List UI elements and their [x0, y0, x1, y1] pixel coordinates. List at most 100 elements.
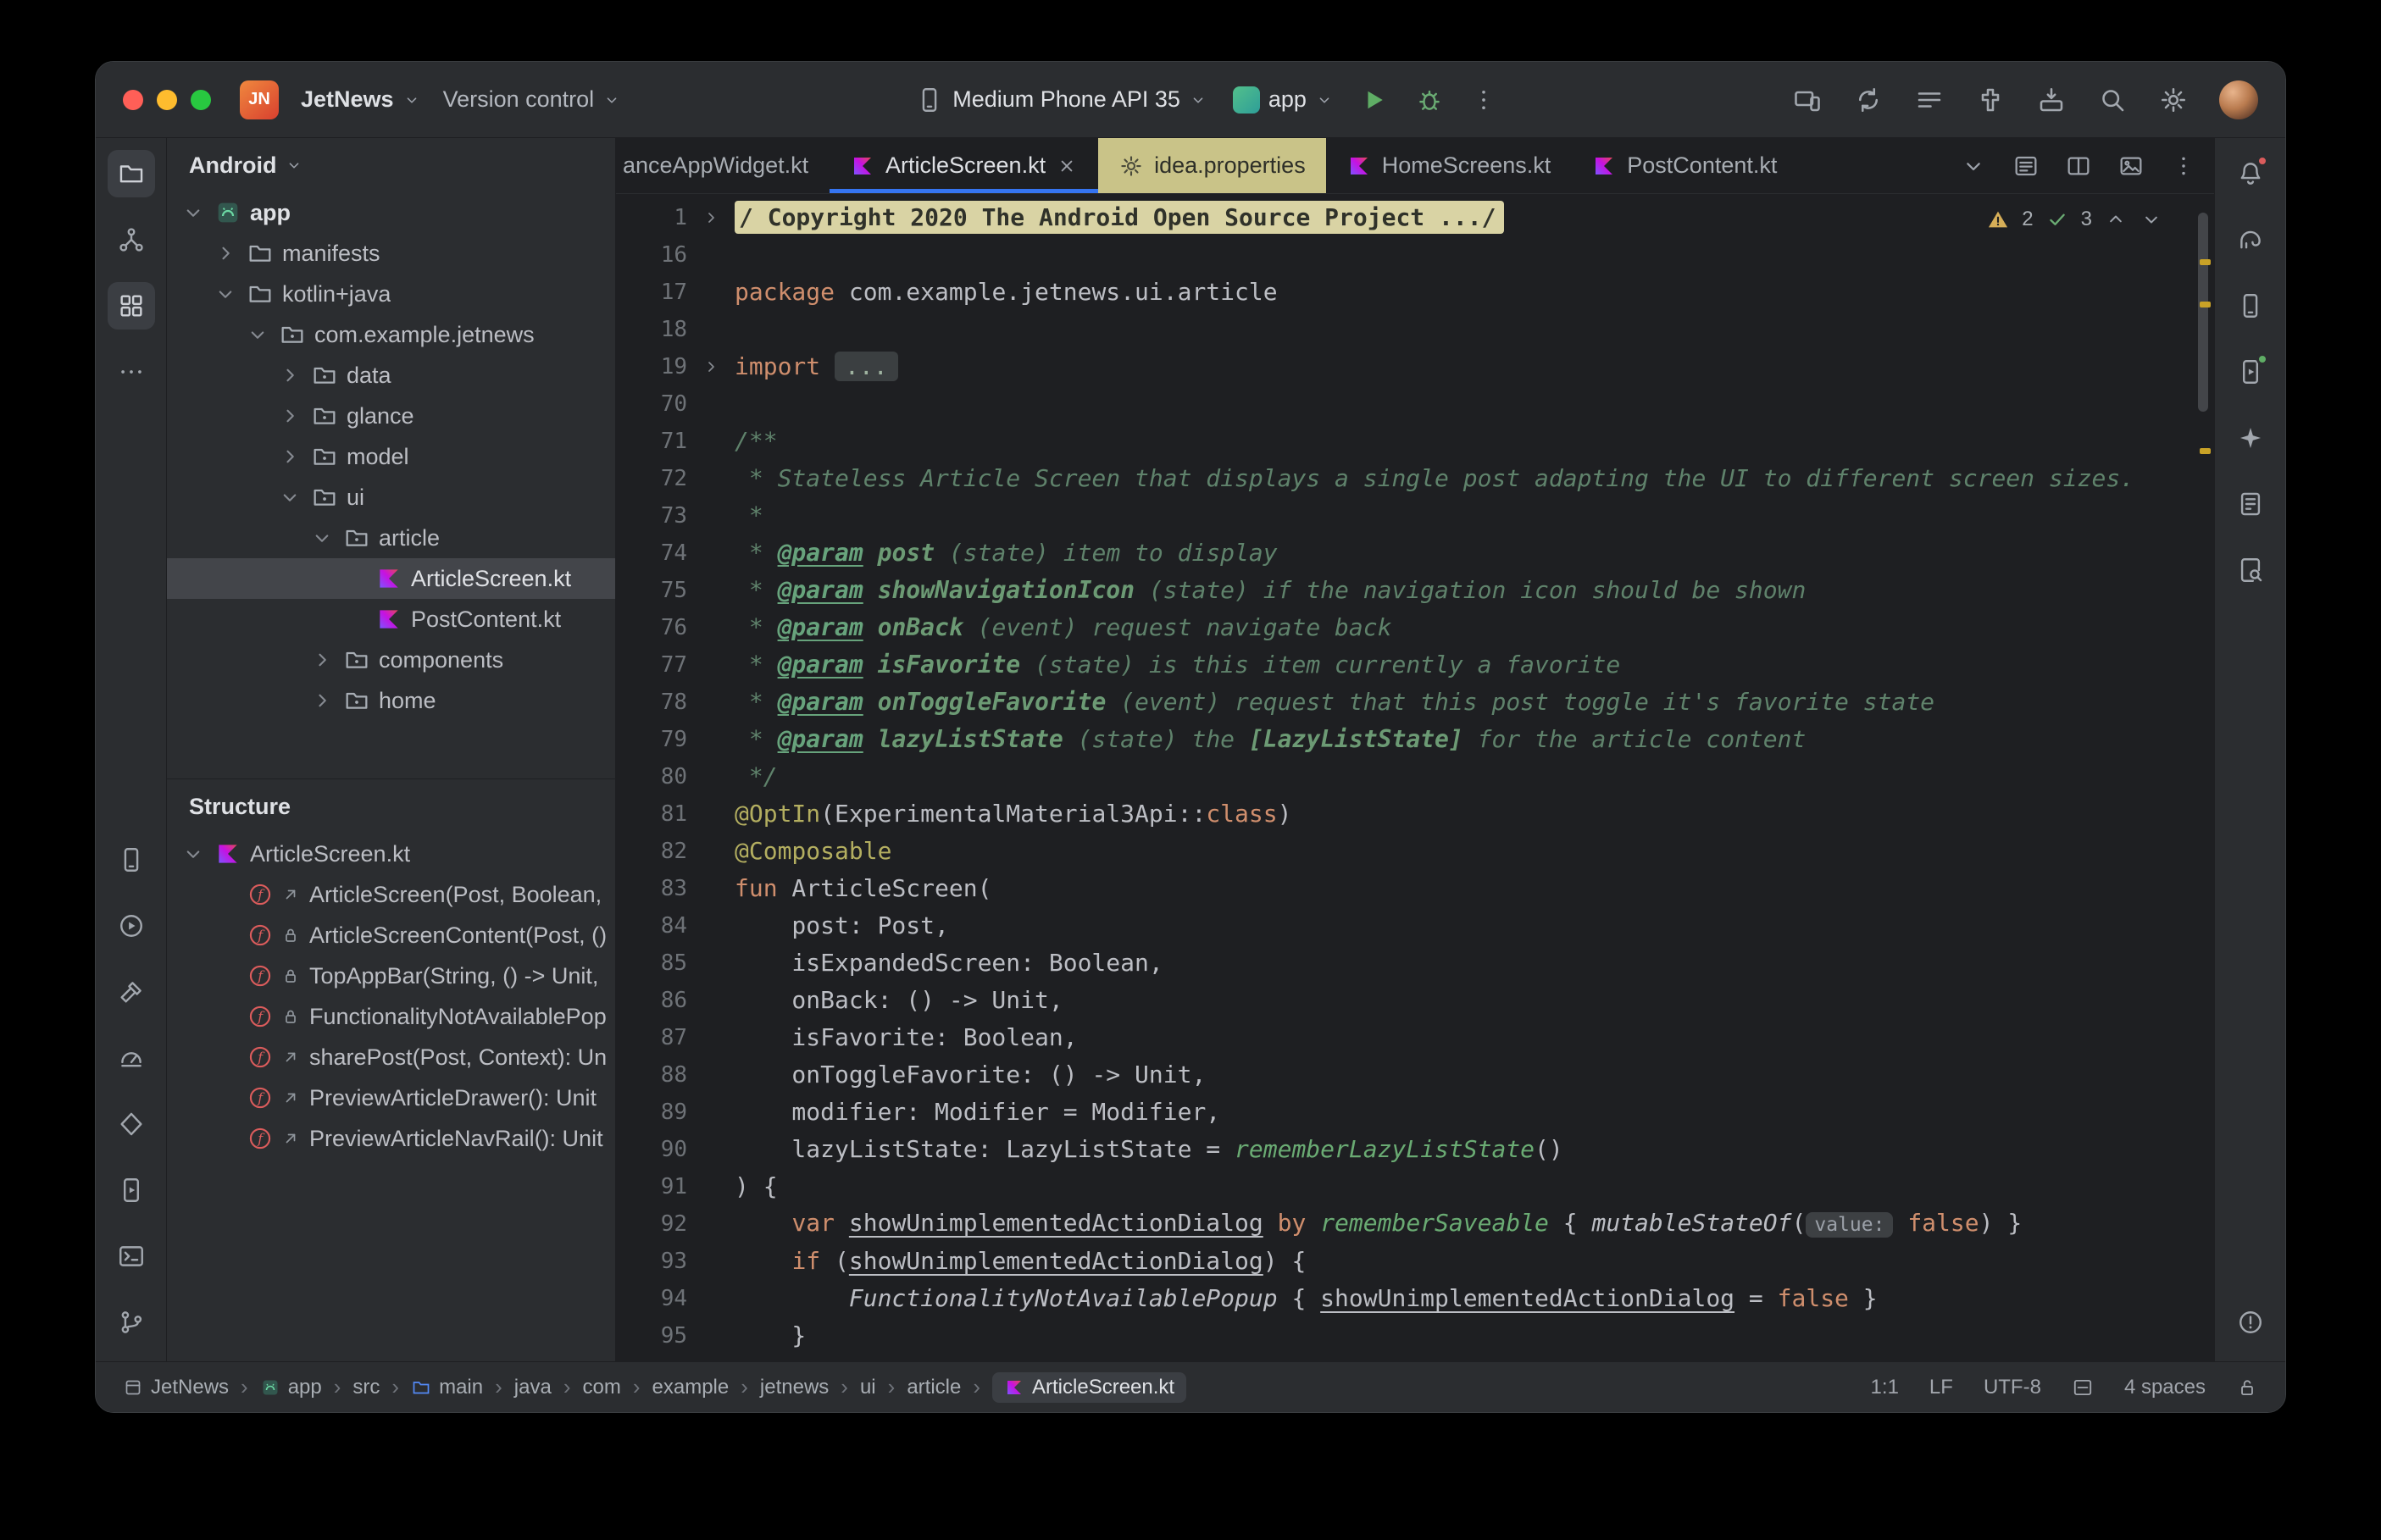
line-number[interactable]: 78: [616, 684, 687, 721]
caret-position[interactable]: 1:1: [1871, 1376, 1899, 1399]
line-number[interactable]: 18: [616, 311, 687, 348]
device-mirroring-icon[interactable]: [1792, 85, 1823, 115]
tab-homescreens-kt[interactable]: HomeScreens.kt: [1326, 138, 1572, 193]
tree-item-kotlin-java[interactable]: kotlin+java: [167, 274, 615, 314]
hidden-tabs-icon[interactable]: [1960, 152, 1987, 180]
line-number[interactable]: 74: [616, 535, 687, 572]
gradle-button[interactable]: [2227, 216, 2274, 263]
zoom-window-button[interactable]: [191, 89, 211, 110]
code-line-16[interactable]: 16: [616, 236, 2214, 274]
line-number[interactable]: 17: [616, 274, 687, 311]
line-number[interactable]: 73: [616, 497, 687, 535]
code-line-85[interactable]: 85 isExpandedScreen: Boolean,: [616, 944, 2214, 982]
line-number[interactable]: 87: [616, 1019, 687, 1056]
code-line-95[interactable]: 95 }: [616, 1317, 2214, 1354]
fold-toggle[interactable]: [687, 208, 735, 228]
line-number[interactable]: 82: [616, 833, 687, 870]
warning-stripe-mark[interactable]: [2200, 259, 2211, 265]
more-editor-actions-icon[interactable]: [2170, 152, 2197, 180]
line-ending[interactable]: LF: [1929, 1376, 1953, 1399]
line-number[interactable]: 79: [616, 721, 687, 758]
running-devices-button[interactable]: [2227, 348, 2274, 396]
version-control-widget-button[interactable]: Version control: [443, 86, 622, 113]
line-number[interactable]: 91: [616, 1168, 687, 1205]
line-number[interactable]: 94: [616, 1280, 687, 1317]
code-line-84[interactable]: 84 post: Post,: [616, 907, 2214, 944]
gemini-button[interactable]: [2227, 414, 2274, 462]
readonly-lock-icon[interactable]: [2236, 1377, 2258, 1399]
tab-postcontent-kt[interactable]: PostContent.kt: [1571, 138, 1797, 193]
line-number[interactable]: 70: [616, 385, 687, 423]
settings-icon[interactable]: [2158, 85, 2189, 115]
breadcrumb-example[interactable]: example: [652, 1376, 730, 1399]
plugins-icon[interactable]: [1975, 85, 2006, 115]
project-view-selector[interactable]: Android: [167, 138, 615, 192]
breadcrumb-main[interactable]: main: [411, 1376, 483, 1399]
breadcrumb-jetnews[interactable]: jetnews: [760, 1376, 829, 1399]
device-manager-button[interactable]: [108, 836, 155, 884]
code-line-70[interactable]: 70: [616, 385, 2214, 423]
run-configuration-button[interactable]: app: [1232, 86, 1334, 114]
file-encoding[interactable]: UTF-8: [1984, 1376, 2041, 1399]
device-selector-button[interactable]: Medium Phone API 35: [915, 86, 1207, 114]
more-tool-windows-button[interactable]: [108, 348, 155, 396]
code-line-72[interactable]: 72 * Stateless Article Screen that displ…: [616, 460, 2214, 497]
code-line-78[interactable]: 78 * @param onToggleFavorite (event) req…: [616, 684, 2214, 721]
tab-idea-properties[interactable]: idea.properties: [1098, 138, 1326, 193]
tree-item-articlescreen-kt[interactable]: ArticleScreen.kt: [167, 558, 615, 599]
assistant-button[interactable]: [2227, 480, 2274, 528]
code-line-91[interactable]: 91) {: [616, 1168, 2214, 1205]
device-explorer-button[interactable]: [2227, 282, 2274, 330]
line-number[interactable]: 83: [616, 870, 687, 907]
structure-tool-button[interactable]: [107, 282, 155, 330]
breadcrumb-articlescreen-kt[interactable]: ArticleScreen.kt: [992, 1371, 1187, 1403]
tree-item-postcontent-kt[interactable]: PostContent.kt: [167, 599, 615, 640]
code-line-17[interactable]: 17 package com.example.jetnews.ui.article: [616, 274, 2214, 311]
project-widget-button[interactable]: JetNews: [301, 86, 421, 113]
code-line-77[interactable]: 77 * @param isFavorite (state) is this i…: [616, 646, 2214, 684]
tree-item-com-example-jetnews[interactable]: com.example.jetnews: [167, 314, 615, 355]
tree-item-glance[interactable]: glance: [167, 396, 615, 436]
line-number[interactable]: 92: [616, 1205, 687, 1243]
line-number[interactable]: 75: [616, 572, 687, 609]
breadcrumb-com[interactable]: com: [583, 1376, 621, 1399]
tree-item-sharepost-post-context-un[interactable]: f sharePost(Post, Context): Un: [167, 1037, 615, 1077]
notifications-button[interactable]: [2227, 150, 2274, 197]
code-line-83[interactable]: 83 fun ArticleScreen(: [616, 870, 2214, 907]
tab-list-icon[interactable]: [2012, 152, 2040, 180]
line-number[interactable]: 16: [616, 236, 687, 274]
tree-item-model[interactable]: model: [167, 436, 615, 477]
build-button[interactable]: [108, 968, 155, 1016]
gradle-sync-icon[interactable]: [1853, 85, 1884, 115]
line-number[interactable]: 90: [616, 1131, 687, 1168]
tree-item-components[interactable]: components: [167, 640, 615, 680]
tree-item-ui[interactable]: ui: [167, 477, 615, 518]
line-number[interactable]: 19: [616, 348, 687, 385]
indent-size[interactable]: 4 spaces: [2124, 1376, 2206, 1399]
code-line-89[interactable]: 89 modifier: Modifier = Modifier,: [616, 1094, 2214, 1131]
code-line-86[interactable]: 86 onBack: () -> Unit,: [616, 982, 2214, 1019]
problems-button[interactable]: [2227, 1299, 2274, 1346]
tree-item-previewarticlenavrail-unit[interactable]: f PreviewArticleNavRail(): Unit: [167, 1118, 615, 1159]
find-button[interactable]: [2227, 546, 2274, 594]
profiler-button[interactable]: [108, 1034, 155, 1082]
tree-item-data[interactable]: data: [167, 355, 615, 396]
tree-item-articlescreen-post-boolean[interactable]: f ArticleScreen(Post, Boolean,: [167, 874, 615, 915]
code-line-94[interactable]: 94 FunctionalityNotAvailablePopup { show…: [616, 1280, 2214, 1317]
screenshot-icon[interactable]: [2117, 152, 2145, 180]
tree-item-articlescreencontent-post[interactable]: f ArticleScreenContent(Post, (): [167, 915, 615, 956]
indent-icon[interactable]: [2072, 1377, 2094, 1399]
code-editor[interactable]: 1 / Copyright 2020 The Android Open Sourc…: [616, 194, 2214, 1361]
inspection-widget[interactable]: 2 3: [1986, 201, 2163, 238]
breadcrumb-jetnews[interactable]: JetNews: [123, 1376, 229, 1399]
tree-item-app[interactable]: app: [167, 192, 615, 233]
code-line-74[interactable]: 74 * @param post (state) item to display: [616, 535, 2214, 572]
code-line-76[interactable]: 76 * @param onBack (event) request navig…: [616, 609, 2214, 646]
breadcrumb-ui[interactable]: ui: [860, 1376, 876, 1399]
fold-toggle[interactable]: [687, 357, 735, 377]
line-number[interactable]: 93: [616, 1243, 687, 1280]
code-line-81[interactable]: 81 @OptIn(ExperimentalMaterial3Api::class…: [616, 795, 2214, 833]
line-number[interactable]: 86: [616, 982, 687, 1019]
code-line-87[interactable]: 87 isFavorite: Boolean,: [616, 1019, 2214, 1056]
more-run-options-icon[interactable]: [1469, 86, 1498, 114]
